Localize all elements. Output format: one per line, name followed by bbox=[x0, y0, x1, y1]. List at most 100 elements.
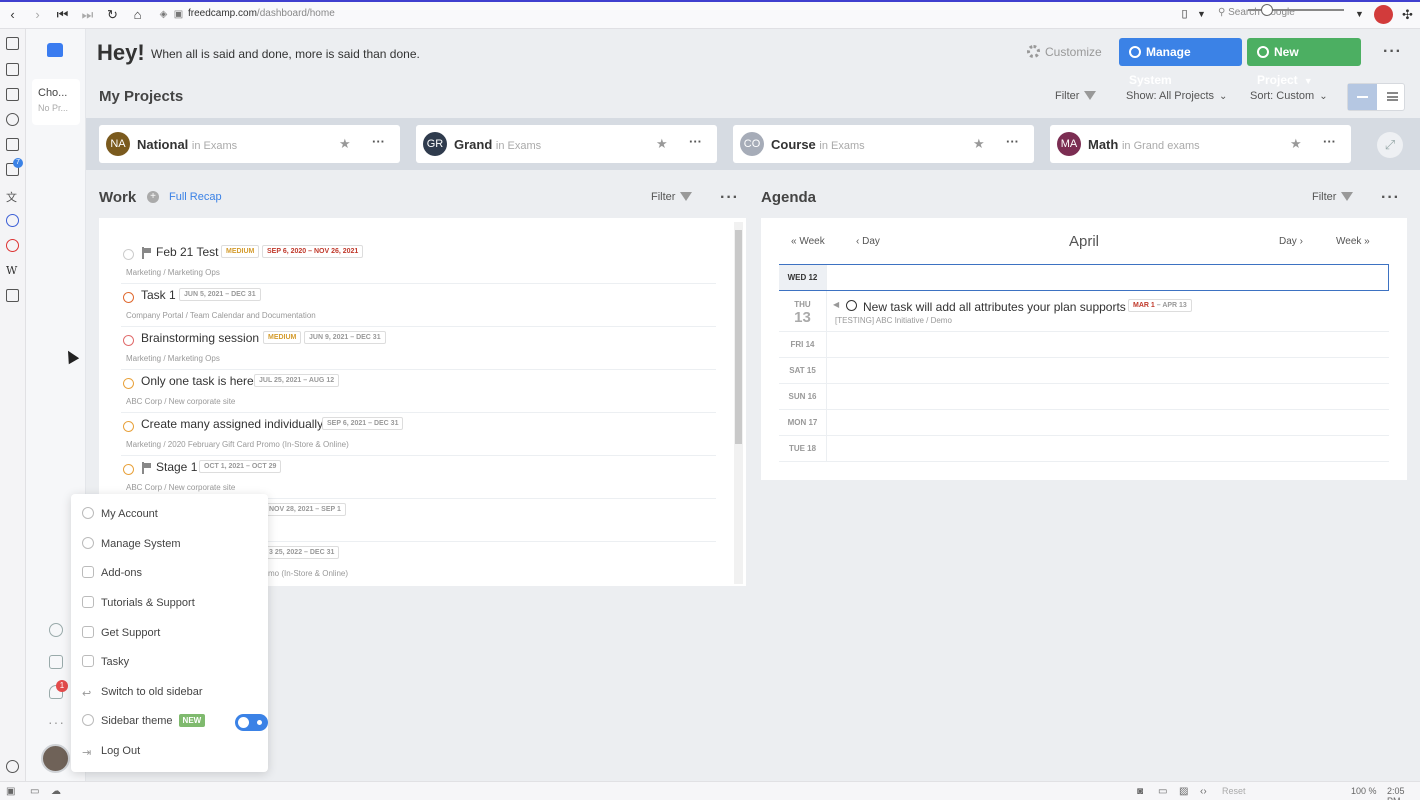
task-row[interactable]: Only one task is here JUL 25, 2021 – AUG… bbox=[121, 370, 716, 413]
profile-avatar[interactable] bbox=[1374, 5, 1393, 24]
menu-tasky[interactable]: Tasky bbox=[82, 651, 262, 673]
settings-icon[interactable] bbox=[6, 760, 19, 773]
agenda-more-icon[interactable]: ··· bbox=[1381, 189, 1400, 207]
downloads-icon[interactable] bbox=[6, 88, 19, 101]
task-row[interactable]: Task 1 JUN 5, 2021 – DEC 31 Company Port… bbox=[121, 284, 716, 327]
prev-day-button[interactable]: ‹ Day bbox=[856, 236, 880, 247]
translate-icon[interactable]: 文 bbox=[6, 189, 19, 204]
search-engine-chevron-icon[interactable]: ▼ bbox=[1351, 6, 1368, 23]
bookmark-icon[interactable]: ▯ bbox=[1176, 6, 1193, 23]
task-status-icon[interactable] bbox=[123, 378, 134, 389]
capture-icon[interactable]: ◙ bbox=[1137, 786, 1143, 797]
prev-week-button[interactable]: « Week bbox=[791, 236, 825, 247]
project-more-icon[interactable]: ··· bbox=[689, 134, 702, 149]
sort-projects-dropdown[interactable]: Sort: Custom ⌄ bbox=[1250, 90, 1328, 102]
new-project-button[interactable]: New Project ▼ bbox=[1247, 38, 1361, 87]
forward-icon[interactable]: › bbox=[29, 6, 46, 23]
customize-button[interactable]: Customize bbox=[1027, 45, 1102, 59]
agenda-day-row[interactable]: SAT 15 bbox=[779, 358, 1389, 384]
wikipedia-icon[interactable]: W bbox=[6, 264, 19, 277]
star-icon[interactable]: ★ bbox=[973, 136, 985, 152]
reader-icon[interactable] bbox=[6, 63, 19, 76]
more-icon[interactable]: ··· bbox=[48, 714, 65, 730]
menu-sidebar-theme[interactable]: Sidebar theme NEW bbox=[82, 710, 268, 732]
manage-system-button[interactable]: Manage System bbox=[1119, 38, 1242, 87]
next-week-button[interactable]: Week » bbox=[1336, 236, 1370, 247]
agenda-day-row[interactable]: FRI 14 bbox=[779, 332, 1389, 358]
menu-tutorials-support[interactable]: Tutorials & Support bbox=[82, 592, 262, 614]
work-more-icon[interactable]: ··· bbox=[720, 189, 739, 207]
task-status-icon[interactable] bbox=[123, 464, 134, 475]
menu-log-out[interactable]: ⇥ Log Out bbox=[82, 740, 262, 762]
history-icon[interactable] bbox=[6, 113, 19, 126]
star-icon[interactable]: ★ bbox=[656, 136, 668, 152]
search-icon[interactable] bbox=[49, 623, 63, 637]
agenda-day-row[interactable]: SUN 16 bbox=[779, 384, 1389, 410]
task-row[interactable]: Brainstorming session MEDIUM JUN 9, 2021… bbox=[121, 327, 716, 370]
add-panel-icon[interactable] bbox=[6, 289, 19, 302]
bookmark-icon[interactable] bbox=[49, 655, 63, 669]
bookmarks-icon[interactable] bbox=[6, 37, 19, 50]
task-row[interactable]: Stage 1 OCT 1, 2021 – OCT 29 ABC Corp / … bbox=[121, 456, 716, 499]
compact-view-button[interactable] bbox=[1348, 84, 1377, 110]
code-icon[interactable]: ‹› bbox=[1200, 786, 1207, 797]
project-more-icon[interactable]: ··· bbox=[1323, 134, 1336, 149]
menu-switch-old-sidebar[interactable]: ↩ Switch to old sidebar bbox=[82, 681, 262, 703]
task-status-icon[interactable] bbox=[123, 335, 134, 346]
expand-icon[interactable]: ⤢ bbox=[1377, 132, 1403, 158]
star-icon[interactable]: ★ bbox=[339, 136, 351, 152]
zoom-slider-knob[interactable] bbox=[1261, 4, 1273, 16]
agenda-day-row[interactable]: WED 12 bbox=[779, 264, 1389, 291]
task-complete-icon[interactable] bbox=[846, 300, 857, 311]
tab-tiling-icon[interactable]: ▭ bbox=[30, 786, 39, 797]
menu-get-support[interactable]: Get Support bbox=[82, 622, 262, 644]
skip-back-icon[interactable]: ⏮ bbox=[54, 6, 71, 23]
project-more-icon[interactable]: ··· bbox=[372, 134, 385, 149]
skip-forward-icon[interactable]: ⏭ bbox=[79, 6, 96, 23]
add-task-icon[interactable]: + bbox=[147, 191, 159, 203]
task-status-icon[interactable] bbox=[123, 292, 134, 303]
task-row[interactable]: Feb 21 Test MEDIUM SEP 6, 2020 – NOV 26,… bbox=[121, 241, 716, 284]
task-status-icon[interactable] bbox=[123, 421, 134, 432]
notes-icon[interactable] bbox=[6, 138, 19, 151]
agenda-day-row[interactable]: TUE 18 bbox=[779, 436, 1389, 462]
sidebar-theme-toggle[interactable] bbox=[235, 714, 268, 731]
project-card[interactable]: CO Course in Exams ★ ··· bbox=[733, 125, 1034, 163]
vivaldi-icon[interactable] bbox=[6, 239, 19, 252]
menu-manage-system[interactable]: Manage System bbox=[82, 533, 262, 555]
project-card[interactable]: GR Grand in Exams ★ ··· bbox=[416, 125, 717, 163]
task-row[interactable]: Create many assigned individually SEP 6,… bbox=[121, 413, 716, 456]
agenda-event-name[interactable]: New task will add all attributes your pl… bbox=[863, 300, 1126, 314]
collapse-arrow-icon[interactable]: ◀ bbox=[833, 300, 839, 309]
extensions-icon[interactable]: ✣ bbox=[1399, 6, 1416, 23]
panel-toggle-icon[interactable]: ▣ bbox=[6, 786, 15, 797]
projects-filter-button[interactable]: Filter bbox=[1055, 90, 1097, 102]
menu-my-account[interactable]: My Account bbox=[82, 503, 262, 525]
project-card[interactable]: MA Math in Grand exams ★ ··· bbox=[1050, 125, 1351, 163]
project-switcher[interactable]: Cho... No Pr... bbox=[32, 79, 80, 125]
work-scroll-thumb[interactable] bbox=[735, 230, 742, 444]
reload-icon[interactable]: ↻ bbox=[104, 6, 121, 23]
back-icon[interactable]: ‹ bbox=[4, 6, 21, 23]
show-projects-dropdown[interactable]: Show: All Projects ⌄ bbox=[1126, 90, 1227, 102]
next-day-button[interactable]: Day › bbox=[1279, 236, 1303, 247]
chevron-down-icon[interactable]: ▼ bbox=[1193, 6, 1210, 23]
cloud-icon[interactable]: ☁ bbox=[51, 786, 61, 797]
header-more-icon[interactable]: ··· bbox=[1383, 43, 1402, 61]
home-icon[interactable]: ⌂ bbox=[129, 6, 146, 23]
agenda-day-row[interactable]: MON 17 bbox=[779, 410, 1389, 436]
project-card[interactable]: NA National in Exams ★ ··· bbox=[99, 125, 400, 163]
address-bar[interactable]: freedcamp.com/dashboard/home bbox=[188, 8, 335, 19]
agenda-filter-button[interactable]: Filter bbox=[1312, 191, 1354, 203]
dashboard-home-icon[interactable] bbox=[47, 43, 63, 57]
menu-add-ons[interactable]: Add-ons bbox=[82, 562, 262, 584]
user-avatar[interactable] bbox=[41, 744, 70, 773]
mastodon-icon[interactable] bbox=[6, 214, 19, 227]
project-more-icon[interactable]: ··· bbox=[1006, 134, 1019, 149]
star-icon[interactable]: ★ bbox=[1290, 136, 1302, 152]
work-filter-button[interactable]: Filter bbox=[651, 191, 693, 203]
zoom-reset-button[interactable]: Reset bbox=[1222, 786, 1246, 796]
task-status-icon[interactable] bbox=[123, 249, 134, 260]
window-icon[interactable]: ▭ bbox=[1158, 786, 1167, 797]
full-recap-link[interactable]: Full Recap bbox=[169, 191, 222, 203]
